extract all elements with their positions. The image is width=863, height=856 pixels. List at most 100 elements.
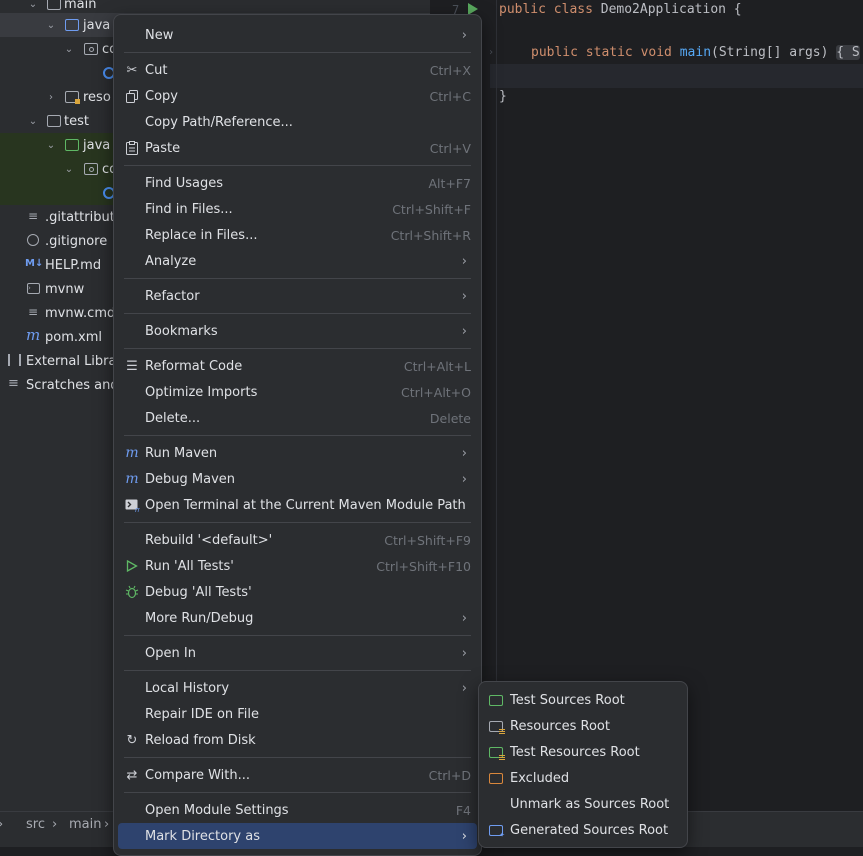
code-line-main: public static void main(String[] args) {… xyxy=(531,45,860,60)
menu-item-run-maven[interactable]: m Run Maven › xyxy=(118,440,477,466)
menu-item-label: Debug 'All Tests' xyxy=(145,584,252,600)
tree-item-label: External Libra xyxy=(26,353,117,369)
text-file-icon: ≡ xyxy=(28,209,39,223)
menu-item-label: Run Maven xyxy=(145,445,218,461)
menu-item-new[interactable]: New › xyxy=(118,22,477,48)
menu-item-label: Local History xyxy=(145,680,230,696)
menu-item-local-history[interactable]: Local History › xyxy=(118,675,477,701)
menu-item-replace-in-files[interactable]: Replace in Files... Ctrl+Shift+R xyxy=(118,222,477,248)
menu-item-open-in[interactable]: Open In › xyxy=(118,640,477,666)
menu-item-shortcut: Ctrl+Shift+F9 xyxy=(384,532,471,548)
menu-item-bookmarks[interactable]: Bookmarks › xyxy=(118,318,477,344)
package-icon xyxy=(84,163,98,175)
menu-item-debug-maven[interactable]: m Debug Maven › xyxy=(118,466,477,492)
menu-separator xyxy=(124,670,471,671)
submenu-arrow-icon: › xyxy=(461,445,467,461)
compare-icon: ⇄ xyxy=(126,767,138,783)
menu-item-repair-ide[interactable]: Repair IDE on File xyxy=(118,701,477,727)
chevron-down-icon: ⌄ xyxy=(28,115,38,127)
menu-item-mark-directory-as[interactable]: Mark Directory as › xyxy=(118,823,477,849)
menu-item-run-all-tests[interactable]: Run 'All Tests' Ctrl+Shift+F10 xyxy=(118,553,477,579)
menu-item-label: Debug Maven xyxy=(145,471,235,487)
menu-item-cut[interactable]: ✂ Cut Ctrl+X xyxy=(118,57,477,83)
menu-separator xyxy=(124,522,471,523)
menu-item-shortcut: Alt+F7 xyxy=(428,175,471,191)
submenu-item-label: Unmark as Sources Root xyxy=(510,796,670,812)
submenu-item-label: Test Resources Root xyxy=(510,744,640,760)
submenu-item-excluded[interactable]: Excluded xyxy=(483,765,683,791)
menu-item-compare-with[interactable]: ⇄ Compare With... Ctrl+D xyxy=(118,762,477,788)
mark-directory-submenu: Test Sources Root Resources Root Test Re… xyxy=(478,681,688,848)
menu-item-label: Open In xyxy=(145,645,196,661)
menu-item-paste[interactable]: Paste Ctrl+V xyxy=(118,135,477,161)
tree-item-label: Scratches and xyxy=(26,377,119,393)
menu-item-reformat-code[interactable]: ☰ Reformat Code Ctrl+Alt+L xyxy=(118,353,477,379)
menu-item-label: Analyze xyxy=(145,253,197,269)
submenu-arrow-icon: › xyxy=(461,323,467,339)
menu-item-shortcut: F4 xyxy=(455,802,471,818)
menu-item-open-terminal[interactable]: m Open Terminal at the Current Maven Mod… xyxy=(118,492,477,518)
menu-separator xyxy=(124,313,471,314)
tree-item-label: main xyxy=(64,0,97,12)
code-line-class: public class Demo2Application { xyxy=(499,2,742,17)
menu-item-label: Replace in Files... xyxy=(145,227,258,243)
chevron-down-icon: ⌄ xyxy=(46,139,56,151)
menu-item-optimize-imports[interactable]: Optimize Imports Ctrl+Alt+O xyxy=(118,379,477,405)
tree-item-label: mvnw xyxy=(45,281,85,297)
menu-item-copy-path[interactable]: Copy Path/Reference... xyxy=(118,109,477,135)
menu-separator xyxy=(124,635,471,636)
test-folder-icon xyxy=(65,139,79,151)
menu-item-label: More Run/Debug xyxy=(145,610,254,626)
submenu-item-generated-sources-root[interactable]: ✦ Generated Sources Root xyxy=(483,817,683,843)
submenu-arrow-icon: › xyxy=(461,828,467,844)
breadcrumb-separator: › xyxy=(0,817,3,832)
menu-item-module-settings[interactable]: Open Module Settings F4 xyxy=(118,797,477,823)
tree-item-label: java xyxy=(83,17,111,33)
scissors-icon: ✂ xyxy=(126,62,138,78)
submenu-item-label: Generated Sources Root xyxy=(510,822,669,838)
menu-item-find-usages[interactable]: Find Usages Alt+F7 xyxy=(118,170,477,196)
menu-item-refactor[interactable]: Refactor › xyxy=(118,283,477,309)
menu-item-shortcut: Ctrl+Shift+F10 xyxy=(376,558,471,574)
menu-separator xyxy=(124,757,471,758)
package-icon xyxy=(84,43,98,55)
menu-item-label: Mark Directory as xyxy=(145,828,260,844)
submenu-item-test-sources-root[interactable]: Test Sources Root xyxy=(483,687,683,713)
copy-icon xyxy=(124,88,140,104)
library-icon xyxy=(8,354,21,366)
menu-item-copy[interactable]: Copy Ctrl+C xyxy=(118,83,477,109)
menu-separator xyxy=(124,792,471,793)
breadcrumb-item-src[interactable]: src xyxy=(26,817,45,832)
debug-bug-icon xyxy=(124,584,140,600)
context-menu: New › ✂ Cut Ctrl+X Copy Ctrl+C Copy Path… xyxy=(113,14,482,856)
submenu-item-label: Resources Root xyxy=(510,718,610,734)
menu-item-label: Reload from Disk xyxy=(145,732,256,748)
menu-item-debug-all-tests[interactable]: Debug 'All Tests' xyxy=(118,579,477,605)
menu-separator xyxy=(124,165,471,166)
menu-item-delete[interactable]: Delete... Delete xyxy=(118,405,477,431)
submenu-item-test-resources-root[interactable]: Test Resources Root xyxy=(483,739,683,765)
folder-icon xyxy=(47,115,61,127)
menu-item-analyze[interactable]: Analyze › xyxy=(118,248,477,274)
markdown-icon: M↓ xyxy=(25,258,44,269)
generated-sources-folder-icon: ✦ xyxy=(489,824,505,838)
menu-item-label: Delete... xyxy=(145,410,201,426)
shell-script-icon: › xyxy=(27,283,40,294)
menu-item-more-run-debug[interactable]: More Run/Debug › xyxy=(118,605,477,631)
menu-item-label: Optimize Imports xyxy=(145,384,258,400)
menu-separator xyxy=(124,435,471,436)
menu-item-find-in-files[interactable]: Find in Files... Ctrl+Shift+F xyxy=(118,196,477,222)
menu-item-rebuild[interactable]: Rebuild '<default>' Ctrl+Shift+F9 xyxy=(118,527,477,553)
submenu-item-resources-root[interactable]: Resources Root xyxy=(483,713,683,739)
breadcrumb-item-main[interactable]: main xyxy=(69,817,101,832)
menu-item-shortcut: Ctrl+Shift+F xyxy=(392,201,471,217)
chevron-down-icon: ⌄ xyxy=(46,19,56,31)
menu-item-label: Run 'All Tests' xyxy=(145,558,234,574)
menu-item-reload-from-disk[interactable]: ↻ Reload from Disk xyxy=(118,727,477,753)
test-sources-folder-icon xyxy=(489,694,503,706)
fold-icon[interactable]: › xyxy=(488,47,494,58)
tree-item-label: pom.xml xyxy=(45,329,102,345)
menu-item-label: Repair IDE on File xyxy=(145,706,260,722)
run-icon xyxy=(124,558,140,574)
submenu-item-unmark-sources-root[interactable]: Unmark as Sources Root xyxy=(483,791,683,817)
